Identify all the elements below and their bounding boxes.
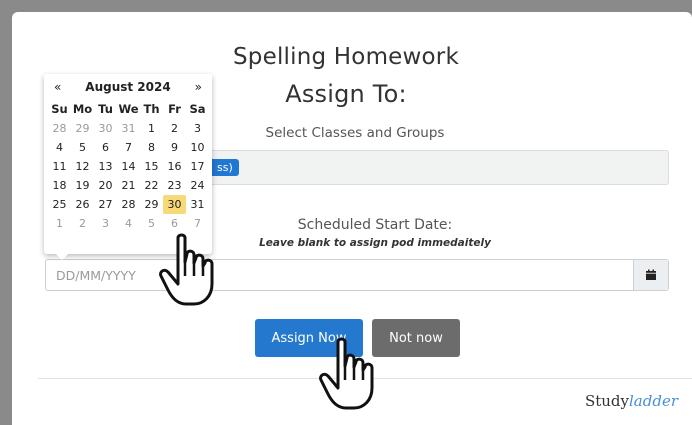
hand-pointer-icon [319,337,374,410]
week-row: 28 29 30 31 1 2 3 [48,119,210,138]
week-row: 18 19 20 21 22 23 24 [48,176,210,195]
calendar-day[interactable]: 26 [71,195,94,214]
weekday-label: Fr [168,102,181,116]
weekday-label: Th [143,102,160,116]
weekday-label: Mo [72,102,93,116]
brand-study: Study [584,392,629,410]
calendar-day[interactable]: 3 [186,119,209,138]
start-date-input[interactable] [46,260,642,290]
calendar-icon [646,269,656,280]
calendar-day[interactable]: 27 [94,195,117,214]
datepicker-popup: « August 2024 » Su Mo Tu We Th Fr Sa 28 29 30 31 1 2… [44,74,212,260]
calendar-day[interactable]: 6 [163,214,186,233]
calendar-day[interactable]: 3 [94,214,117,233]
calendar-day[interactable]: 11 [48,157,71,176]
calendar-day[interactable]: 5 [140,214,163,233]
selected-day[interactable]: 30 [163,195,186,214]
hand-pointer-icon [159,233,214,306]
weekday-label: We [118,102,139,116]
datepicker-header: « August 2024 » [44,80,212,98]
scheduled-start-label: Scheduled Start Date: [297,217,453,233]
calendar-day[interactable]: 2 [163,119,186,138]
week-row: 4 5 6 7 8 9 10 [48,138,210,157]
calendar-day[interactable]: 28 [117,195,140,214]
calendar-day[interactable]: 23 [163,176,186,195]
calendar-day[interactable]: 7 [117,138,140,157]
weekday-label: Sa [189,102,206,116]
next-month-button[interactable]: » [195,80,202,94]
calendar-day[interactable]: 22 [140,176,163,195]
calendar-day[interactable]: 9 [163,138,186,157]
brand-ladder: ladder [629,392,678,410]
calendar-day[interactable]: 6 [94,138,117,157]
schedule-note: Leave blank to assign pod immedaitely [259,237,491,249]
calendar-day[interactable]: 25 [48,195,71,214]
calendar-day[interactable]: 8 [140,138,163,157]
calendar-day[interactable]: 4 [117,214,140,233]
calendar-day[interactable]: 10 [186,138,209,157]
calendar-day[interactable]: 4 [48,138,71,157]
calendar-day[interactable]: 16 [163,157,186,176]
calendar-day[interactable]: 28 [48,119,71,138]
not-now-button[interactable]: Not now [372,319,460,357]
start-date-field [45,259,669,291]
calendar-day[interactable]: 14 [117,157,140,176]
page-title: Spelling Homework [233,44,459,70]
weekday-header-row: Su Mo Tu We Th Fr Sa [48,100,210,119]
datepicker-grid: Su Mo Tu We Th Fr Sa 28 29 30 31 1 2 3 4 5 6 7 8 9 10 11 12 13 1… [48,100,210,233]
datepicker-caret [56,254,68,260]
selected-class-chip[interactable]: ss) [209,159,239,176]
weekday-label: Su [51,102,68,116]
calendar-day[interactable]: 12 [71,157,94,176]
calendar-day[interactable]: 21 [117,176,140,195]
calendar-day[interactable]: 7 [186,214,209,233]
calendar-day[interactable]: 31 [186,195,209,214]
studyladder-logo: Studyladder [585,392,678,410]
calendar-day[interactable]: 31 [117,119,140,138]
calendar-button[interactable] [633,260,668,290]
week-row: 1234567 [48,214,210,233]
calendar-day[interactable]: 20 [94,176,117,195]
calendar-day[interactable]: 24 [186,176,209,195]
calendar-day[interactable]: 2 [71,214,94,233]
calendar-day[interactable]: 5 [71,138,94,157]
calendar-day[interactable]: 19 [71,176,94,195]
calendar-day[interactable]: 30 [94,119,117,138]
month-label[interactable]: August 2024 [44,80,212,94]
calendar-day[interactable]: 1 [48,214,71,233]
calendar-day[interactable]: 15 [140,157,163,176]
calendar-day[interactable]: 13 [94,157,117,176]
weekday-label: Tu [98,102,113,116]
week-row: 11 12 13 14 15 16 17 [48,157,210,176]
week-row: 25 26 27 28 29 30 31 [48,195,210,214]
calendar-day[interactable]: 29 [71,119,94,138]
calendar-day[interactable]: 1 [140,119,163,138]
calendar-day[interactable]: 17 [186,157,209,176]
calendar-day[interactable]: 18 [48,176,71,195]
calendar-day[interactable]: 29 [140,195,163,214]
